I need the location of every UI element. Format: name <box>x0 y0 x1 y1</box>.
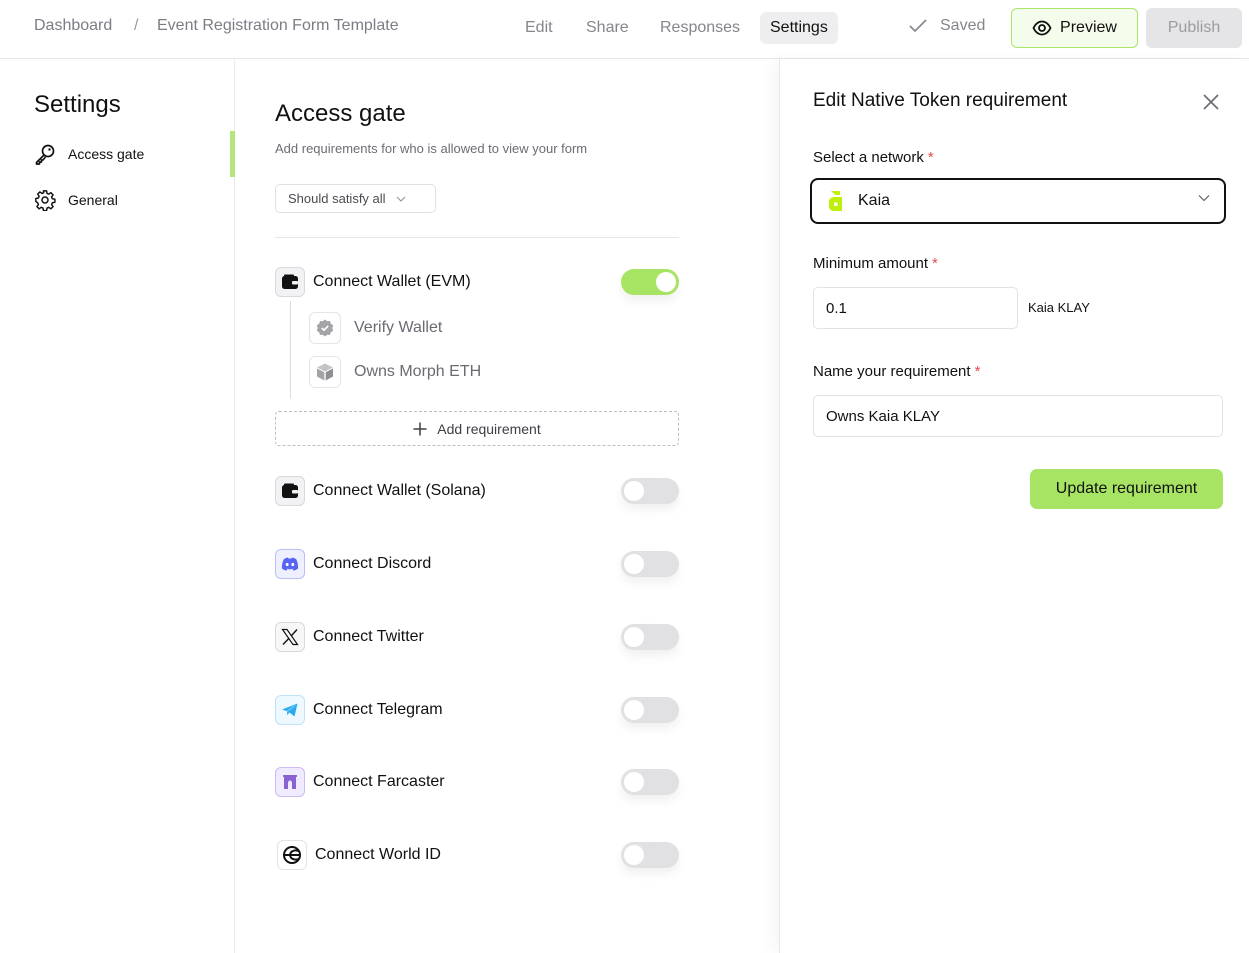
preview-label: Preview <box>1060 19 1117 36</box>
breadcrumb-dashboard[interactable]: Dashboard <box>34 17 112 35</box>
toggle-world-id[interactable] <box>621 842 679 868</box>
page-title: Access gate <box>275 100 406 127</box>
sidebar-item-label: Access gate <box>68 146 145 162</box>
requirement-row-discord: Connect Discord <box>275 548 679 580</box>
sub-requirement-label: Verify Wallet <box>354 319 443 336</box>
update-requirement-button[interactable]: Update requirement <box>1030 469 1223 509</box>
requirement-row-farcaster: Connect Farcaster <box>275 766 679 798</box>
discord-icon <box>275 549 305 579</box>
requirement-name-label: Name your requirement * <box>813 363 980 380</box>
requirement-row-world-id: Connect World ID <box>275 839 679 871</box>
divider <box>275 237 679 238</box>
requirement-row-twitter: Connect Twitter <box>275 621 679 653</box>
saved-status: Saved <box>908 17 985 35</box>
requirement-row-telegram: Connect Telegram <box>275 694 679 726</box>
settings-sidebar: Settings Access gate General <box>0 59 235 953</box>
sub-requirement-verify-wallet[interactable]: Verify Wallet <box>309 312 442 344</box>
preview-button[interactable]: Preview <box>1011 8 1138 48</box>
eye-icon <box>1032 20 1052 36</box>
x-twitter-icon <box>275 622 305 652</box>
requirement-label: Connect World ID <box>315 846 441 863</box>
add-requirement-button[interactable]: Add requirement <box>275 411 679 446</box>
toggle-farcaster[interactable] <box>621 769 679 795</box>
farcaster-icon <box>275 767 305 797</box>
page-subtitle: Add requirements for who is allowed to v… <box>275 141 588 156</box>
requirement-label: Connect Wallet (Solana) <box>313 482 486 499</box>
key-icon <box>35 144 55 165</box>
add-requirement-label: Add requirement <box>437 420 541 437</box>
edit-requirement-panel: Edit Native Token requirement Select a n… <box>779 59 1249 953</box>
requirement-name-label-text: Name your requirement <box>813 363 971 380</box>
publish-label: Publish <box>1167 19 1221 36</box>
chevron-down-icon <box>1198 195 1210 202</box>
saved-label: Saved <box>940 17 986 34</box>
requirement-label: Connect Farcaster <box>313 773 445 790</box>
requirement-label: Connect Telegram <box>313 701 443 718</box>
sub-requirement-label: Owns Morph ETH <box>354 363 482 380</box>
publish-button[interactable]: Publish <box>1146 8 1242 48</box>
cube-icon <box>309 356 341 388</box>
worldcoin-icon <box>277 840 307 870</box>
plus-icon <box>413 422 427 435</box>
tab-share[interactable]: Share <box>576 12 639 44</box>
check-icon <box>909 19 927 33</box>
panel-title: Edit Native Token requirement <box>813 90 1068 111</box>
satisfy-mode-select[interactable]: Should satisfy all <box>275 184 436 213</box>
wallet-icon <box>275 476 305 506</box>
requirement-label: Connect Wallet (EVM) <box>313 273 471 290</box>
telegram-icon <box>275 695 305 725</box>
requirement-row-wallet-solana: Connect Wallet (Solana) <box>275 475 679 507</box>
sidebar-item-label: General <box>68 192 118 208</box>
verified-badge-icon <box>309 312 341 344</box>
active-indicator <box>230 131 235 177</box>
sub-requirement-owns-morph-eth[interactable]: Owns Morph ETH <box>309 356 481 388</box>
required-asterisk: * <box>932 255 938 272</box>
chevron-down-icon <box>396 196 405 202</box>
toggle-discord[interactable] <box>621 551 679 577</box>
tab-edit[interactable]: Edit <box>515 12 563 44</box>
amount-unit: Kaia KLAY <box>1028 300 1090 315</box>
requirement-name-input[interactable] <box>813 395 1223 437</box>
requirement-label: Connect Discord <box>313 555 432 572</box>
sidebar-item-access-gate[interactable]: Access gate <box>34 140 144 168</box>
tab-responses[interactable]: Responses <box>650 12 750 44</box>
gear-icon <box>35 190 56 211</box>
toggle-telegram[interactable] <box>621 697 679 723</box>
amount-label: Minimum amount * <box>813 255 938 272</box>
requirement-row-wallet-evm: Connect Wallet (EVM) <box>275 266 679 298</box>
network-label: Select a network * <box>813 149 934 166</box>
network-select[interactable]: Kaia <box>810 178 1226 224</box>
toggle-wallet-solana[interactable] <box>621 478 679 504</box>
kaia-logo-icon <box>829 191 842 211</box>
toggle-wallet-evm[interactable] <box>621 269 679 295</box>
breadcrumb-form-title: Event Registration Form Template <box>157 17 399 34</box>
top-bar: Dashboard / Event Registration Form Temp… <box>0 0 1249 59</box>
network-label-text: Select a network <box>813 149 924 166</box>
minimum-amount-input[interactable] <box>813 287 1018 329</box>
toggle-twitter[interactable] <box>621 624 679 650</box>
close-icon[interactable] <box>1200 91 1222 113</box>
network-value: Kaia <box>858 192 891 209</box>
wallet-icon <box>275 267 305 297</box>
tree-connector <box>290 301 291 399</box>
tab-settings[interactable]: Settings <box>760 12 838 44</box>
breadcrumb-separator: / <box>134 17 139 34</box>
amount-label-text: Minimum amount <box>813 255 929 272</box>
sidebar-item-general[interactable]: General <box>34 186 118 214</box>
sidebar-title: Settings <box>34 91 121 118</box>
requirement-label: Connect Twitter <box>313 628 424 645</box>
required-asterisk: * <box>974 363 981 380</box>
satisfy-mode-value: Should satisfy all <box>288 191 386 206</box>
required-asterisk: * <box>927 149 934 166</box>
